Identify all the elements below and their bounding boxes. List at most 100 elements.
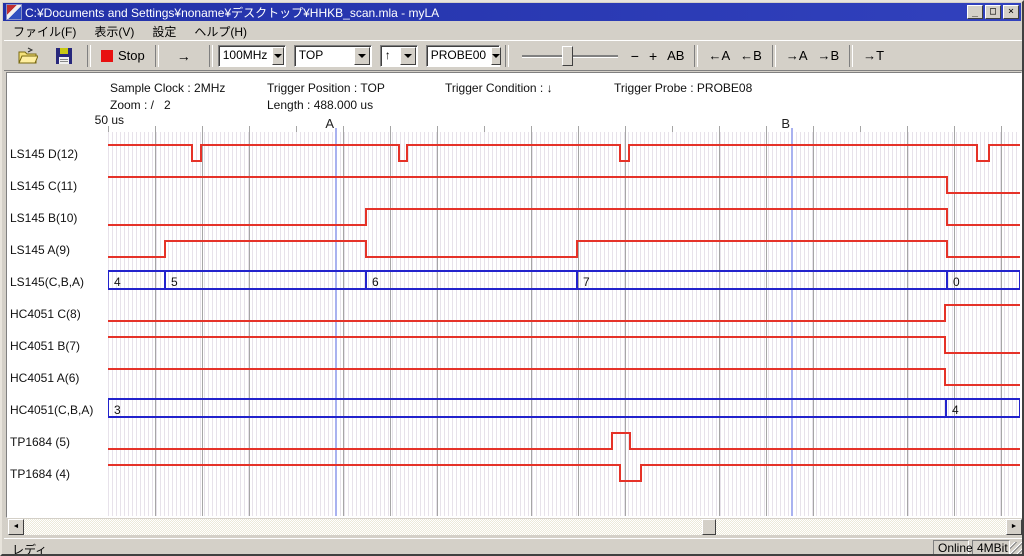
zoom-out-button[interactable]: − <box>626 44 644 68</box>
trigger-probe-info: Trigger Probe : PROBE08 <box>614 81 752 95</box>
channel-label: HC4051 B(7) <box>10 339 80 353</box>
goto-cursor-b-button[interactable]: ←B <box>735 44 767 68</box>
stop-label: Stop <box>118 48 145 63</box>
channel-label: LS145 D(12) <box>10 147 78 161</box>
trigger-position-info: Trigger Position : TOP <box>267 81 385 95</box>
close-button[interactable]: × <box>1003 5 1019 19</box>
signal-trace <box>108 177 1020 193</box>
waveform-plot: 4 5 6 7 0 3 4 <box>108 128 1020 516</box>
bus-value: 5 <box>171 275 178 289</box>
chevron-down-icon[interactable] <box>272 47 283 65</box>
status-bar: レディ Online 4MBit <box>4 538 1024 556</box>
menu-bar: ファイル(F)表示(V)設定ヘルプ(H) <box>4 23 1024 40</box>
goto-cursor-a-button[interactable]: ←A <box>703 44 735 68</box>
scroll-right-button[interactable]: ► <box>1006 519 1022 535</box>
goto-trigger-button[interactable]: →T <box>858 44 889 68</box>
trigger-edge-select[interactable]: ↑ <box>380 45 418 67</box>
channel-label: HC4051 C(8) <box>10 307 81 321</box>
menu-item[interactable]: ファイル(F) <box>4 22 85 41</box>
zoom-in-button[interactable]: + <box>644 44 662 68</box>
minimize-button[interactable]: _ <box>967 5 983 19</box>
signal-trace <box>108 465 1020 481</box>
toolbar: Stop → 100MHz TOP ↑ PROBE00 − <box>4 40 1024 71</box>
channel-label: HC4051(C,B,A) <box>10 403 93 417</box>
menu-item[interactable]: ヘルプ(H) <box>185 22 256 41</box>
trigger-position-value: TOP <box>295 46 353 66</box>
trigger-probe-select[interactable]: PROBE00 <box>426 45 500 67</box>
toolbar-separator <box>87 45 91 67</box>
floppy-icon <box>54 47 74 65</box>
channel-label: TP1684 (4) <box>10 467 70 481</box>
open-button[interactable] <box>10 44 46 68</box>
bus-value: 4 <box>952 403 959 417</box>
window-controls: _ □ × <box>967 5 1019 19</box>
bus-trace <box>108 399 1020 417</box>
bus-value: 3 <box>114 403 121 417</box>
toolbar-separator <box>209 45 213 67</box>
sample-clock-select[interactable]: 100MHz <box>218 45 286 67</box>
status-memory-badge: 4MBit <box>972 540 1010 555</box>
signal-trace <box>108 305 1020 321</box>
toolbar-separator <box>772 45 776 67</box>
menu-item[interactable]: 表示(V) <box>85 22 143 41</box>
trigger-position-select[interactable]: TOP <box>294 45 372 67</box>
toolbar-separator <box>155 45 159 67</box>
horizontal-scrollbar[interactable]: ◄ ► <box>8 519 1022 535</box>
zoom-info: Zoom : / 2 <box>110 98 171 112</box>
save-button[interactable] <box>46 44 82 68</box>
chevron-down-icon[interactable] <box>491 47 501 65</box>
window-titlebar[interactable]: C:¥Documents and Settings¥noname¥デスクトップ¥… <box>3 3 1021 21</box>
sample-clock-info: Sample Clock : 2MHz <box>110 81 225 95</box>
maximize-button[interactable]: □ <box>985 5 1001 19</box>
folder-open-icon <box>18 47 38 65</box>
signal-trace <box>108 369 1020 385</box>
scroll-left-button[interactable]: ◄ <box>8 519 24 535</box>
menu-item[interactable]: 設定 <box>143 22 185 41</box>
arrow-left-icon: ◄ <box>13 523 20 530</box>
bus-value: 0 <box>953 275 960 289</box>
toolbar-separator <box>694 45 698 67</box>
arrow-right-icon: → <box>177 48 191 64</box>
status-ready-text: レディ <box>12 541 47 556</box>
signal-trace <box>108 209 1020 225</box>
set-cursor-a-button[interactable]: →A <box>781 44 813 68</box>
channel-label: LS145(C,B,A) <box>10 275 84 289</box>
app-window: C:¥Documents and Settings¥noname¥デスクトップ¥… <box>0 0 1024 556</box>
bus-value: 7 <box>583 275 590 289</box>
sample-clock-value: 100MHz <box>219 46 272 66</box>
slider-thumb[interactable] <box>562 46 573 66</box>
trigger-probe-value: PROBE00 <box>427 46 490 66</box>
status-online-badge: Online <box>933 540 969 555</box>
channel-label: LS145 C(11) <box>10 179 77 193</box>
chevron-down-icon[interactable] <box>400 47 416 65</box>
signal-trace <box>108 433 1020 449</box>
bus-value: 6 <box>372 275 379 289</box>
bus-trace <box>108 271 1020 289</box>
chevron-down-icon[interactable] <box>354 47 370 65</box>
signal-trace <box>108 145 1020 161</box>
trigger-condition-info: Trigger Condition : ↓ <box>445 81 553 95</box>
stop-icon <box>101 50 113 62</box>
resize-grip[interactable] <box>1010 542 1023 555</box>
channel-label: TP1684 (5) <box>10 435 70 449</box>
channel-label: LS145 B(10) <box>10 211 77 225</box>
run-button[interactable]: → <box>164 44 204 68</box>
zoom-slider[interactable] <box>522 44 618 68</box>
timebase-label: 50 us <box>86 113 124 127</box>
length-info: Length : 488.000 us <box>267 98 373 112</box>
scroll-thumb[interactable] <box>702 519 716 535</box>
toolbar-separator <box>849 45 853 67</box>
set-cursor-b-button[interactable]: →B <box>812 44 844 68</box>
arrow-right-icon: ► <box>1011 523 1018 530</box>
app-icon <box>6 4 22 20</box>
channel-label: HC4051 A(6) <box>10 371 79 385</box>
window-title: C:¥Documents and Settings¥noname¥デスクトップ¥… <box>25 4 967 21</box>
signal-trace <box>108 337 1020 353</box>
ab-cursors-button[interactable]: AB <box>662 44 689 68</box>
trigger-edge-value: ↑ <box>381 46 399 66</box>
bus-value: 4 <box>114 275 121 289</box>
toolbar-separator <box>505 45 509 67</box>
channel-label: LS145 A(9) <box>10 243 70 257</box>
stop-button[interactable]: Stop <box>96 44 150 68</box>
signal-trace <box>108 241 1020 257</box>
